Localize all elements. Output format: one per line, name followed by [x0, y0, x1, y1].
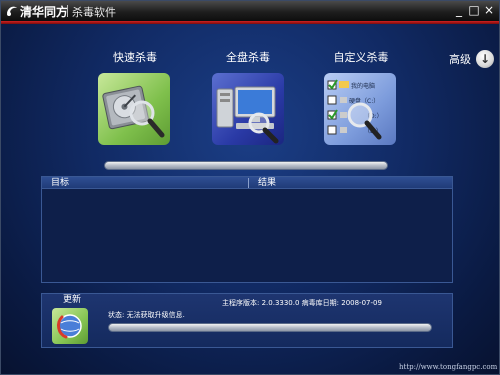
- update-panel: 更新 主程序版本: 2.0.3330.0 病毒库日期: 2008-07-09 状…: [41, 293, 453, 348]
- full-scan-label[interactable]: 全盘杀毒: [203, 49, 293, 65]
- quick-scan-button[interactable]: [98, 73, 170, 145]
- column-header-target[interactable]: 目标: [51, 177, 69, 189]
- brand-name: 清华同方: [20, 5, 69, 19]
- custom-scan-button[interactable]: 我的电脑 硬盘（C:） （D:） （E:）: [324, 73, 396, 145]
- app-window: 清华同方 杀毒软件 _ □ × 快速杀毒 全盘杀毒 自定义杀毒 我的电脑 硬盘（…: [0, 0, 500, 375]
- results-header: 目标 结果: [42, 177, 452, 189]
- maximize-button[interactable]: □: [468, 4, 480, 16]
- update-globe-icon: [57, 314, 82, 339]
- scan-progress-bar: [104, 161, 388, 170]
- website-link[interactable]: http://www.tongfangpc.com: [399, 363, 497, 371]
- advanced-label[interactable]: 高级: [449, 51, 471, 67]
- update-button[interactable]: [52, 308, 88, 344]
- update-progress-bar: [108, 323, 432, 332]
- version-info: 主程序版本: 2.0.3330.0 病毒库日期: 2008-07-09: [222, 299, 382, 307]
- app-title: 杀毒软件: [72, 6, 116, 19]
- title-accent-line: [1, 21, 499, 24]
- drive-list-magnifier-icon: 我的电脑 硬盘（C:） （D:） （E:）: [327, 79, 383, 140]
- scan-results-table: 目标 结果: [41, 176, 453, 283]
- update-status: 状态: 无法获取升级信息.: [108, 311, 185, 319]
- custom-item-my-computer: 我的电脑: [351, 82, 375, 90]
- update-title: 更新: [63, 295, 82, 305]
- column-divider[interactable]: [248, 178, 249, 188]
- full-scan-button[interactable]: [212, 73, 284, 145]
- close-button[interactable]: ×: [483, 4, 495, 16]
- computer-magnifier-icon: [216, 86, 279, 144]
- title-bar: 清华同方 杀毒软件 _ □ ×: [1, 1, 499, 21]
- brand-logo-icon: [7, 6, 17, 16]
- hard-drive-magnifier-icon: [102, 85, 165, 138]
- down-arrow-icon[interactable]: ↓: [476, 50, 494, 68]
- quick-scan-label[interactable]: 快速杀毒: [90, 49, 180, 65]
- custom-scan-label[interactable]: 自定义杀毒: [316, 49, 406, 65]
- minimize-button[interactable]: _: [453, 4, 465, 16]
- title-separator: [67, 5, 68, 17]
- column-header-result[interactable]: 结果: [258, 177, 276, 189]
